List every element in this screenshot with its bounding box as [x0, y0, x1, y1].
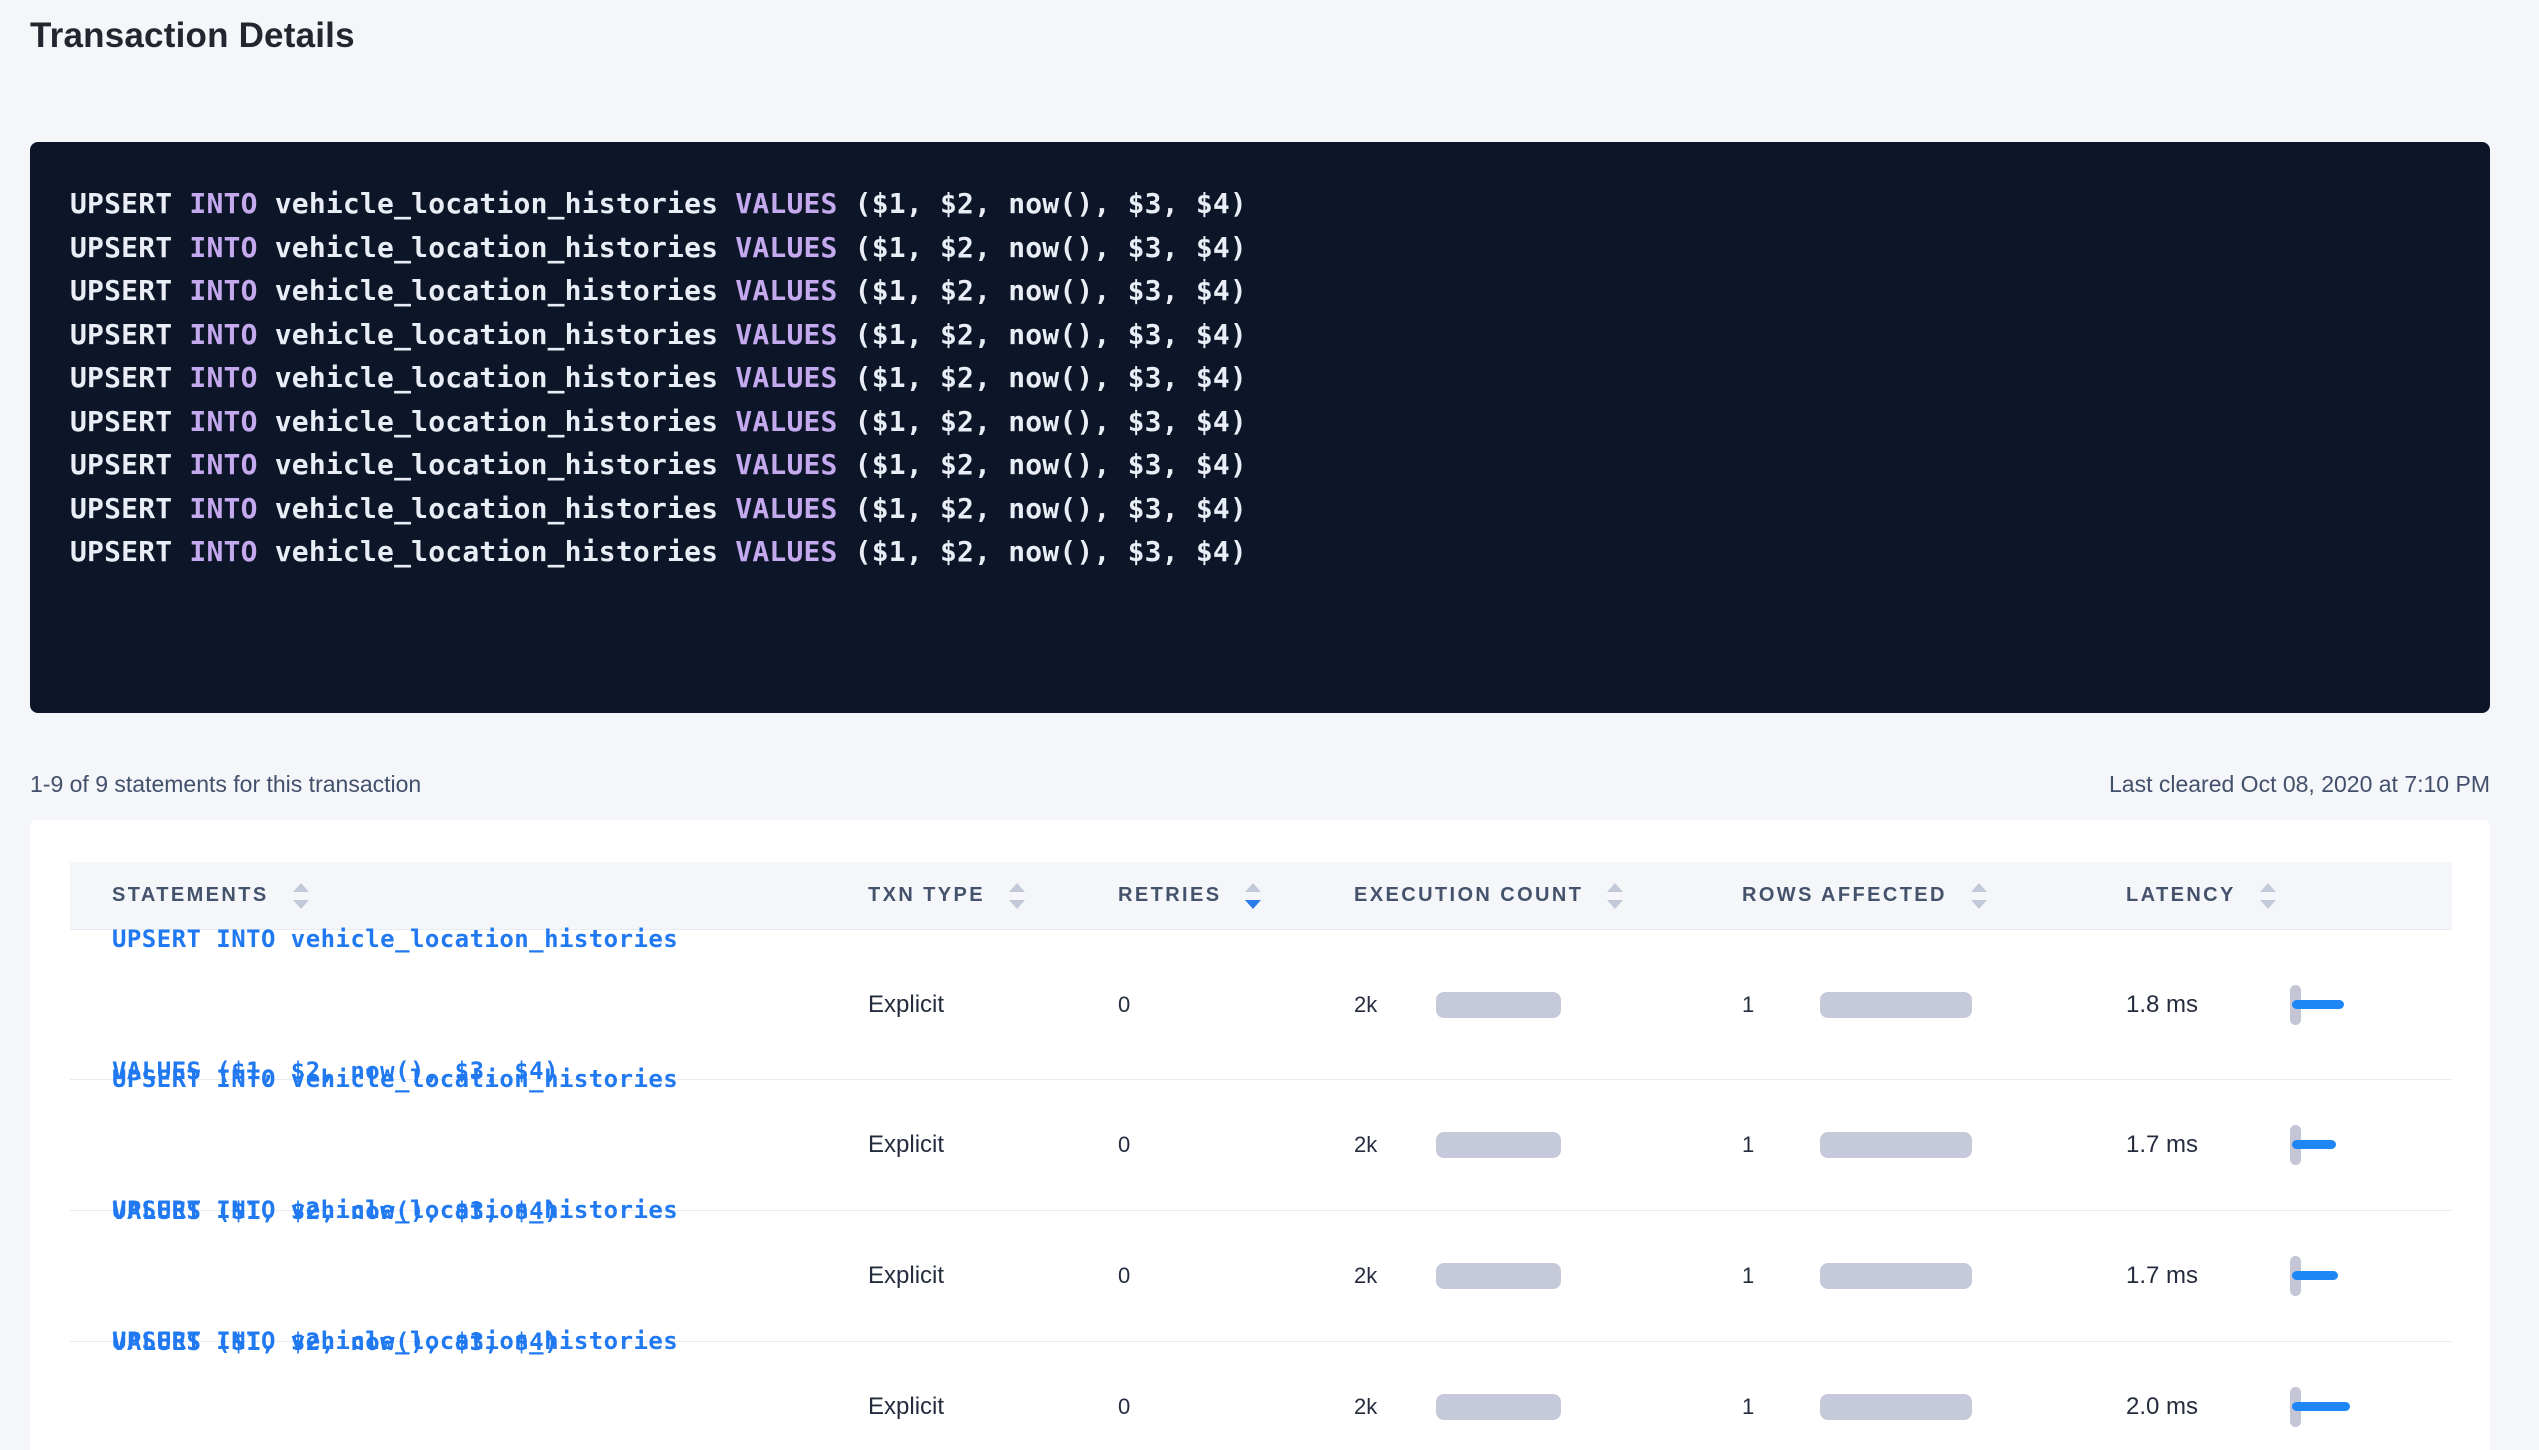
sort-descending-icon — [2260, 900, 2276, 909]
latency-cell: 1.7 ms — [2126, 1124, 2452, 1166]
latency-value: 2.0 ms — [2126, 1393, 2290, 1421]
rows-affected-bar — [1820, 1263, 1972, 1289]
sql-statement-line: UPSERT INTO vehicle_location_histories V… — [70, 226, 2450, 270]
sql-statement-line: UPSERT INTO vehicle_location_histories V… — [70, 400, 2450, 444]
sort-descending-icon — [1245, 900, 1261, 909]
sort-icons — [1607, 883, 1623, 909]
column-header-latency[interactable]: LATENCY — [2126, 883, 2452, 909]
latency-cell: 1.7 ms — [2126, 1255, 2452, 1297]
sort-descending-icon — [1971, 900, 1987, 909]
latency-value: 1.7 ms — [2126, 1262, 2290, 1290]
sort-ascending-icon — [2260, 883, 2276, 892]
rows-affected-value: 1 — [1742, 992, 1820, 1018]
statements-table-card: STATEMENTSTXN TYPERETRIESEXECUTION COUNT… — [30, 820, 2490, 1450]
retries-value: 0 — [1110, 1263, 1354, 1289]
sort-icons — [1971, 883, 1987, 909]
execution-count-bar — [1436, 1394, 1561, 1420]
transaction-details-page: Transaction Details UPSERT INTO vehicle_… — [0, 14, 2539, 1450]
sort-ascending-icon — [1009, 883, 1025, 892]
table-row: UPSERT INTO vehicle_location_histories V… — [70, 1342, 2452, 1450]
execution-count-cell: 2k — [1354, 992, 1742, 1018]
rows-affected-value: 1 — [1742, 1132, 1820, 1158]
sql-statement-line: UPSERT INTO vehicle_location_histories V… — [70, 530, 2450, 574]
execution-count-bar — [1436, 1132, 1561, 1158]
latency-cell: 1.8 ms — [2126, 984, 2452, 1026]
retries-value: 0 — [1110, 992, 1354, 1018]
sort-ascending-icon — [1971, 883, 1987, 892]
txn-type-value: Explicit — [860, 1393, 1110, 1421]
rows-affected-value: 1 — [1742, 1263, 1820, 1289]
table-meta-row: 1-9 of 9 statements for this transaction… — [30, 771, 2490, 798]
page-title: Transaction Details — [30, 14, 2490, 58]
rows-affected-value: 1 — [1742, 1394, 1820, 1420]
rows-affected-cell: 1 — [1742, 1394, 2126, 1420]
execution-count-cell: 2k — [1354, 1132, 1742, 1158]
sql-statement-line: UPSERT INTO vehicle_location_histories V… — [70, 182, 2450, 226]
execution-count-value: 2k — [1354, 1394, 1436, 1420]
execution-count-value: 2k — [1354, 1132, 1436, 1158]
rows-affected-bar — [1820, 1132, 1972, 1158]
statement-cell: UPSERT INTO vehicle_location_histories V… — [70, 1231, 860, 1450]
last-cleared-label: Last cleared Oct 08, 2020 at 7:10 PM — [2109, 771, 2490, 798]
txn-type-value: Explicit — [860, 991, 1110, 1019]
sort-icons — [1009, 883, 1025, 909]
execution-count-cell: 2k — [1354, 1394, 1742, 1420]
latency-range-icon — [2290, 1386, 2380, 1428]
latency-bar — [2292, 1140, 2336, 1149]
statement-link-line-1: UPSERT INTO vehicle_location_histories — [112, 1188, 860, 1232]
latency-value: 1.8 ms — [2126, 991, 2290, 1019]
latency-value: 1.7 ms — [2126, 1131, 2290, 1159]
column-header-label: ROWS AFFECTED — [1742, 884, 1947, 907]
column-header-execution-count[interactable]: EXECUTION COUNT — [1354, 883, 1742, 909]
rows-affected-bar — [1820, 992, 1972, 1018]
statement-link-line-1: UPSERT INTO vehicle_location_histories — [112, 1057, 860, 1101]
rows-affected-cell: 1 — [1742, 992, 2126, 1018]
sql-statement-line: UPSERT INTO vehicle_location_histories V… — [70, 487, 2450, 531]
column-header-label: LATENCY — [2126, 884, 2236, 907]
sort-icons — [2260, 883, 2276, 909]
execution-count-value: 2k — [1354, 992, 1436, 1018]
rows-affected-cell: 1 — [1742, 1263, 2126, 1289]
column-header-txn-type[interactable]: TXN TYPE — [860, 883, 1110, 909]
txn-type-value: Explicit — [860, 1262, 1110, 1290]
sort-icons — [1245, 883, 1261, 909]
sort-ascending-icon — [1607, 883, 1623, 892]
execution-count-value: 2k — [1354, 1263, 1436, 1289]
column-header-label: EXECUTION COUNT — [1354, 884, 1583, 907]
rows-affected-bar — [1820, 1394, 1972, 1420]
retries-value: 0 — [1110, 1394, 1354, 1420]
statement-link-line-1: UPSERT INTO vehicle_location_histories — [112, 917, 860, 961]
latency-range-icon — [2290, 1124, 2380, 1166]
sql-statement-line: UPSERT INTO vehicle_location_histories V… — [70, 443, 2450, 487]
sql-statement-line: UPSERT INTO vehicle_location_histories V… — [70, 356, 2450, 400]
table-body: UPSERT INTO vehicle_location_histories V… — [70, 930, 2452, 1450]
rows-affected-cell: 1 — [1742, 1132, 2126, 1158]
column-header-retries[interactable]: RETRIES — [1110, 883, 1354, 909]
sql-statement-line: UPSERT INTO vehicle_location_histories V… — [70, 269, 2450, 313]
latency-cell: 2.0 ms — [2126, 1386, 2452, 1428]
latency-bar — [2292, 1271, 2338, 1280]
column-header-label: TXN TYPE — [868, 884, 985, 907]
sql-statements-box: UPSERT INTO vehicle_location_histories V… — [30, 142, 2490, 713]
sql-statement-line: UPSERT INTO vehicle_location_histories V… — [70, 313, 2450, 357]
execution-count-bar — [1436, 992, 1561, 1018]
statement-link-line-1: UPSERT INTO vehicle_location_histories — [112, 1319, 860, 1363]
latency-range-icon — [2290, 984, 2380, 1026]
latency-bar — [2292, 1000, 2344, 1009]
column-header-rows-affected[interactable]: ROWS AFFECTED — [1742, 883, 2126, 909]
sort-ascending-icon — [1245, 883, 1261, 892]
statement-link[interactable]: UPSERT INTO vehicle_location_histories V… — [112, 1231, 860, 1450]
execution-count-bar — [1436, 1263, 1561, 1289]
sort-descending-icon — [1009, 900, 1025, 909]
statements-range-label: 1-9 of 9 statements for this transaction — [30, 771, 421, 798]
execution-count-cell: 2k — [1354, 1263, 1742, 1289]
latency-bar — [2292, 1402, 2350, 1411]
txn-type-value: Explicit — [860, 1131, 1110, 1159]
latency-range-icon — [2290, 1255, 2380, 1297]
retries-value: 0 — [1110, 1132, 1354, 1158]
sort-descending-icon — [1607, 900, 1623, 909]
column-header-label: RETRIES — [1118, 884, 1221, 907]
